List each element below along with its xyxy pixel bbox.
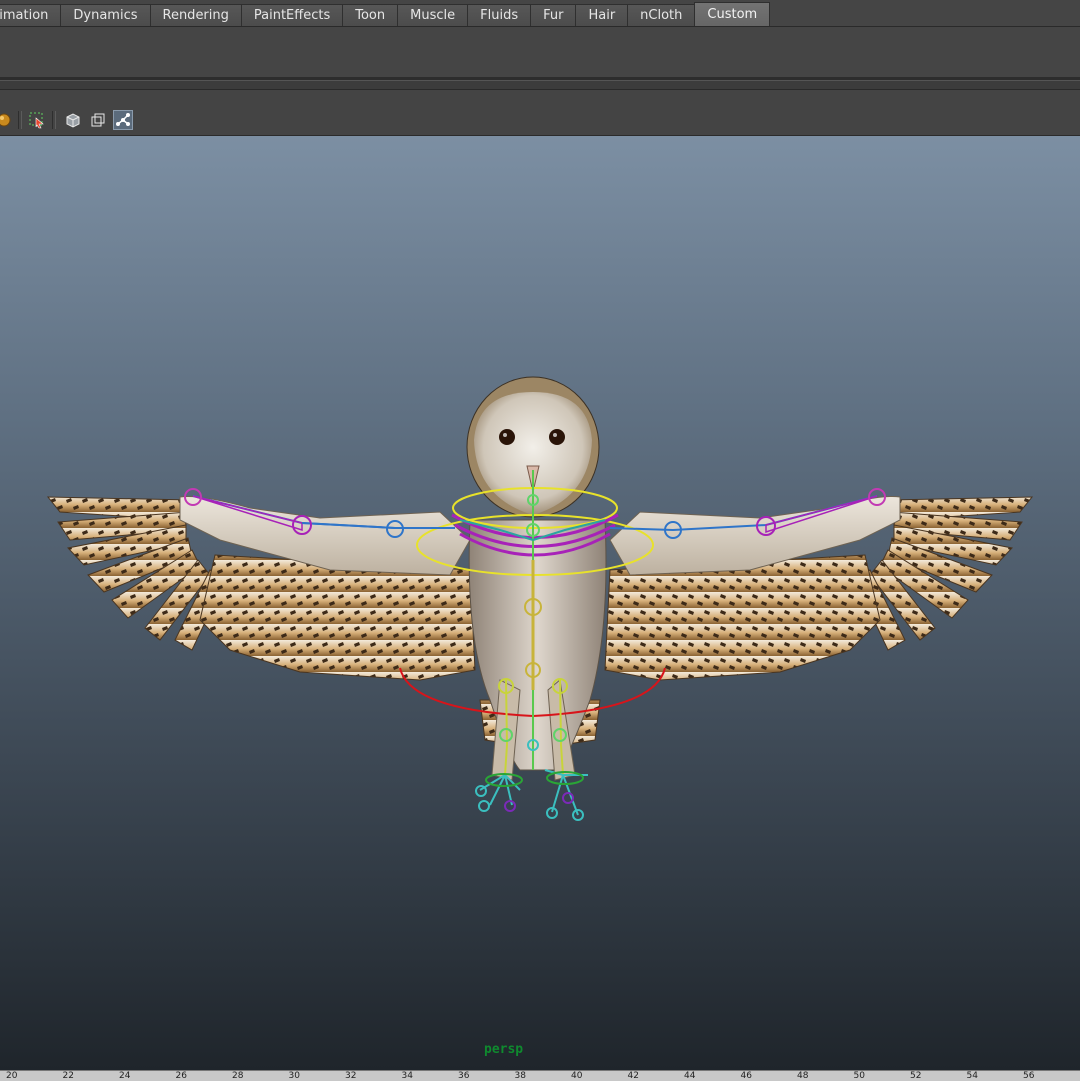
- camera-label: persp: [484, 1042, 524, 1057]
- tab-toon[interactable]: Toon: [342, 4, 399, 26]
- tab-ncloth[interactable]: nCloth: [627, 4, 696, 26]
- wireframe-cube-icon[interactable]: [63, 110, 83, 130]
- isolate-frames-icon[interactable]: [88, 110, 108, 130]
- shelf-tab-bar: nimation Dynamics Rendering PaintEffects…: [0, 0, 1080, 27]
- right-eye: [549, 429, 565, 445]
- tab-dynamics[interactable]: Dynamics: [60, 4, 151, 26]
- left-wing[interactable]: [46, 496, 476, 681]
- tab-fluids[interactable]: Fluids: [467, 4, 532, 26]
- time-slider[interactable]: 20 22 24 26 28 30 32 34 36 38 40 42 44 46 48 50 52 54 56: [0, 1070, 1080, 1081]
- panel-divider: [0, 81, 1080, 90]
- left-eye: [499, 429, 515, 445]
- tab-rendering[interactable]: Rendering: [149, 4, 242, 26]
- toolbar-separator: [52, 111, 56, 129]
- perspective-viewport[interactable]: persp: [0, 136, 1080, 1070]
- viewport-toolbar: [0, 90, 1080, 136]
- shelf-content: [0, 27, 1080, 77]
- tab-animation[interactable]: nimation: [0, 4, 62, 26]
- tab-custom[interactable]: Custom: [694, 2, 771, 26]
- light-sphere-icon[interactable]: [0, 110, 14, 130]
- joint-xray-icon[interactable]: [113, 110, 133, 130]
- tab-painteffects[interactable]: PaintEffects: [240, 4, 344, 26]
- toolbar-separator: [18, 111, 22, 129]
- owl-rig-scene[interactable]: [0, 136, 1080, 1070]
- tab-hair[interactable]: Hair: [575, 4, 629, 26]
- select-region-icon[interactable]: [27, 110, 47, 130]
- tab-muscle[interactable]: Muscle: [397, 4, 469, 26]
- tab-fur[interactable]: Fur: [530, 4, 577, 26]
